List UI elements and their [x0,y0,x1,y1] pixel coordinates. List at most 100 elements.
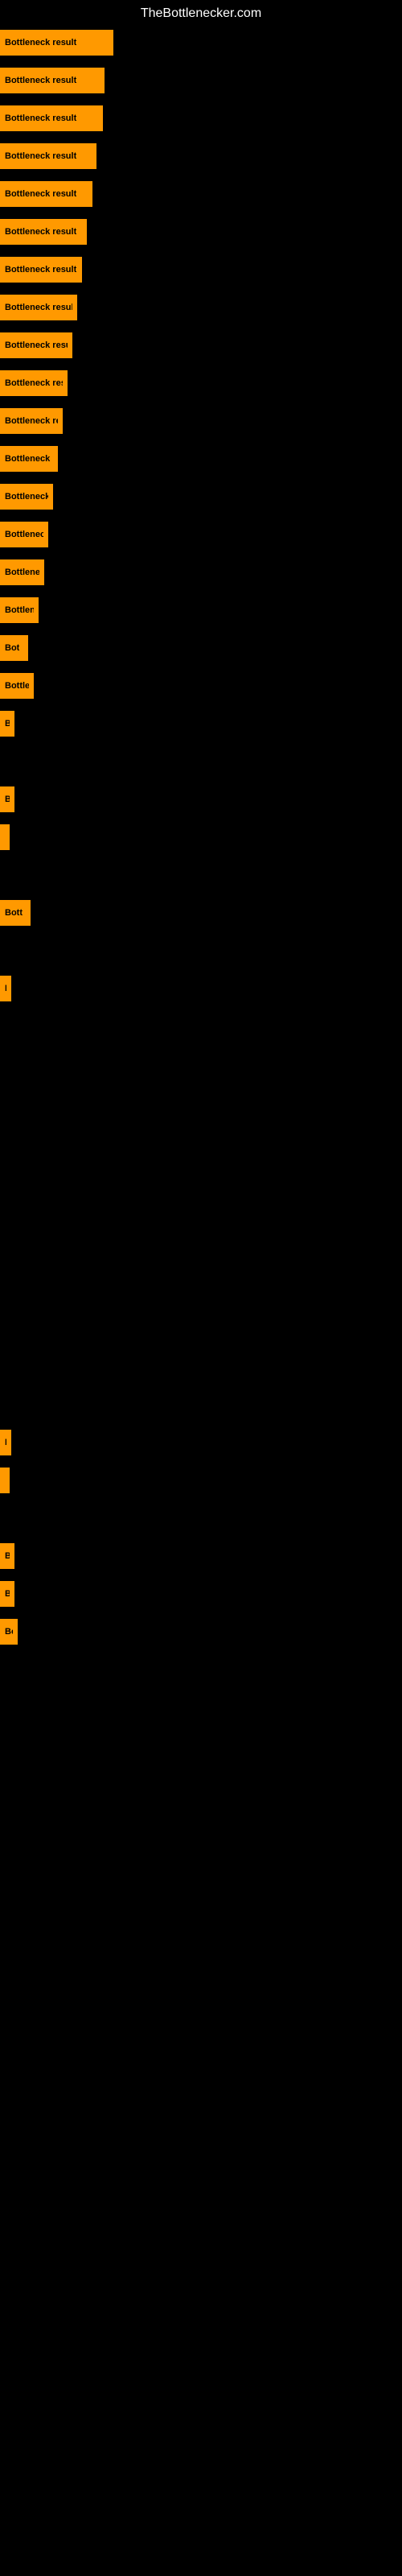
bar-row: E [0,1424,402,1462]
bar-label: Bottle [5,681,29,691]
bar-row [0,1311,402,1348]
bottleneck-bar: Bottleneck result [0,408,63,434]
bar-label: B [5,1589,10,1599]
bar-label: Bottleneck result [5,378,63,388]
bottleneck-bar: Bottle [0,673,34,699]
bar-row: Bottleneck result [0,402,402,440]
bar-row [0,857,402,894]
bottleneck-bar: Bottleneck result [0,30,113,56]
bar-label: Bottleneck result [5,76,76,85]
bar-row: | [0,819,402,857]
bar-label: Bottleneck result [5,341,68,350]
bar-row: Bottleneck result [0,213,402,251]
bottleneck-bar: Bott [0,900,31,926]
bar-row: Bot [0,630,402,667]
bar-row [0,1046,402,1084]
bar-label: Bottleneck result [5,265,76,275]
bottleneck-bar: B [0,786,14,812]
bar-row: B [0,1575,402,1613]
bottleneck-bar: Bottleneck result [0,143,96,169]
bottleneck-bar: Bot [0,635,28,661]
bar-label: Bott [5,908,23,918]
bar-label: B [5,1551,10,1561]
bar-row: Bottleneck result [0,289,402,327]
bottleneck-bar: Bottleneck result [0,370,68,396]
bar-row: Bottleneck re [0,516,402,554]
bottleneck-bar: B [0,711,14,737]
bar-row: Bottlene [0,592,402,630]
site-title: TheBottlenecker.com [0,0,402,24]
bar-row: B [0,1538,402,1575]
bar-row: Bottle [0,667,402,705]
bar-row: Bottleneck result [0,175,402,213]
bar-row [0,1159,402,1197]
bar-label: B [5,719,10,729]
bar-label: Bottleneck result [5,303,72,312]
site-title-container: TheBottlenecker.com [0,0,402,24]
bar-row: Bo [0,1613,402,1651]
bottleneck-bar: B [0,1543,14,1569]
bars-container: Bottleneck result Bottleneck result Bottle… [0,24,402,1651]
bar-row [0,1235,402,1273]
bar-row: E [0,970,402,1008]
bar-row [0,1386,402,1424]
bar-row [0,1008,402,1046]
bar-label: Bottleneck r [5,568,39,577]
bar-label: B [5,795,10,804]
bar-row: Bottleneck result [0,62,402,100]
bar-row: Bottleneck result [0,365,402,402]
bottleneck-bar: Bottleneck res [0,446,58,472]
bottleneck-bar: E [0,1430,11,1455]
bar-row [0,1273,402,1311]
bar-row: B [0,705,402,743]
bottleneck-bar: Bottleneck re [0,484,53,510]
bar-row [0,1084,402,1121]
bottleneck-bar: B [0,1581,14,1607]
bar-row: | [0,1462,402,1500]
bar-label: Bot [5,643,19,653]
bar-row: Bottleneck result [0,251,402,289]
bar-label: Bottleneck re [5,530,43,539]
bottleneck-bar: Bottleneck result [0,219,87,245]
bottleneck-bar: Bottleneck re [0,522,48,547]
bar-row [0,1197,402,1235]
bar-label: Bottleneck result [5,114,76,123]
bottleneck-bar: Bo [0,1619,18,1645]
bar-label: Bottleneck res [5,454,53,464]
bar-row: Bottleneck re [0,478,402,516]
bottleneck-bar: Bottleneck result [0,68,105,93]
bottleneck-bar: Bottleneck result [0,332,72,358]
bar-row: Bottleneck result [0,24,402,62]
bar-label: Bottlene [5,605,34,615]
bar-row: Bottleneck result [0,327,402,365]
bottleneck-bar: Bottleneck result [0,105,103,131]
bar-row: Bottleneck result [0,138,402,175]
bar-label: Bottleneck re [5,492,48,502]
bar-row: Bott [0,894,402,932]
bar-row [0,743,402,781]
bar-row [0,1121,402,1159]
bar-label: Bottleneck result [5,227,76,237]
bar-label: Bo [5,1627,13,1637]
bar-label: Bottleneck result [5,189,76,199]
bar-label: E [5,1438,6,1447]
bar-label: Bottleneck result [5,38,76,47]
bottleneck-bar: Bottlene [0,597,39,623]
bar-label: Bottleneck result [5,151,76,161]
bottleneck-bar: E [0,976,11,1001]
bottleneck-bar: Bottleneck r [0,559,44,585]
bar-row [0,1348,402,1386]
bar-row [0,932,402,970]
bottleneck-bar: Bottleneck result [0,295,77,320]
bar-row: Bottleneck res [0,440,402,478]
bar-label: Bottleneck result [5,416,58,426]
bar-row: B [0,781,402,819]
bar-row: Bottleneck result [0,100,402,138]
bottleneck-bar: | [0,1468,10,1493]
bar-row: Bottleneck r [0,554,402,592]
bar-label: E [5,984,6,993]
bottleneck-bar: Bottleneck result [0,181,92,207]
bottleneck-bar: Bottleneck result [0,257,82,283]
bottleneck-bar: | [0,824,10,850]
bar-row [0,1500,402,1538]
